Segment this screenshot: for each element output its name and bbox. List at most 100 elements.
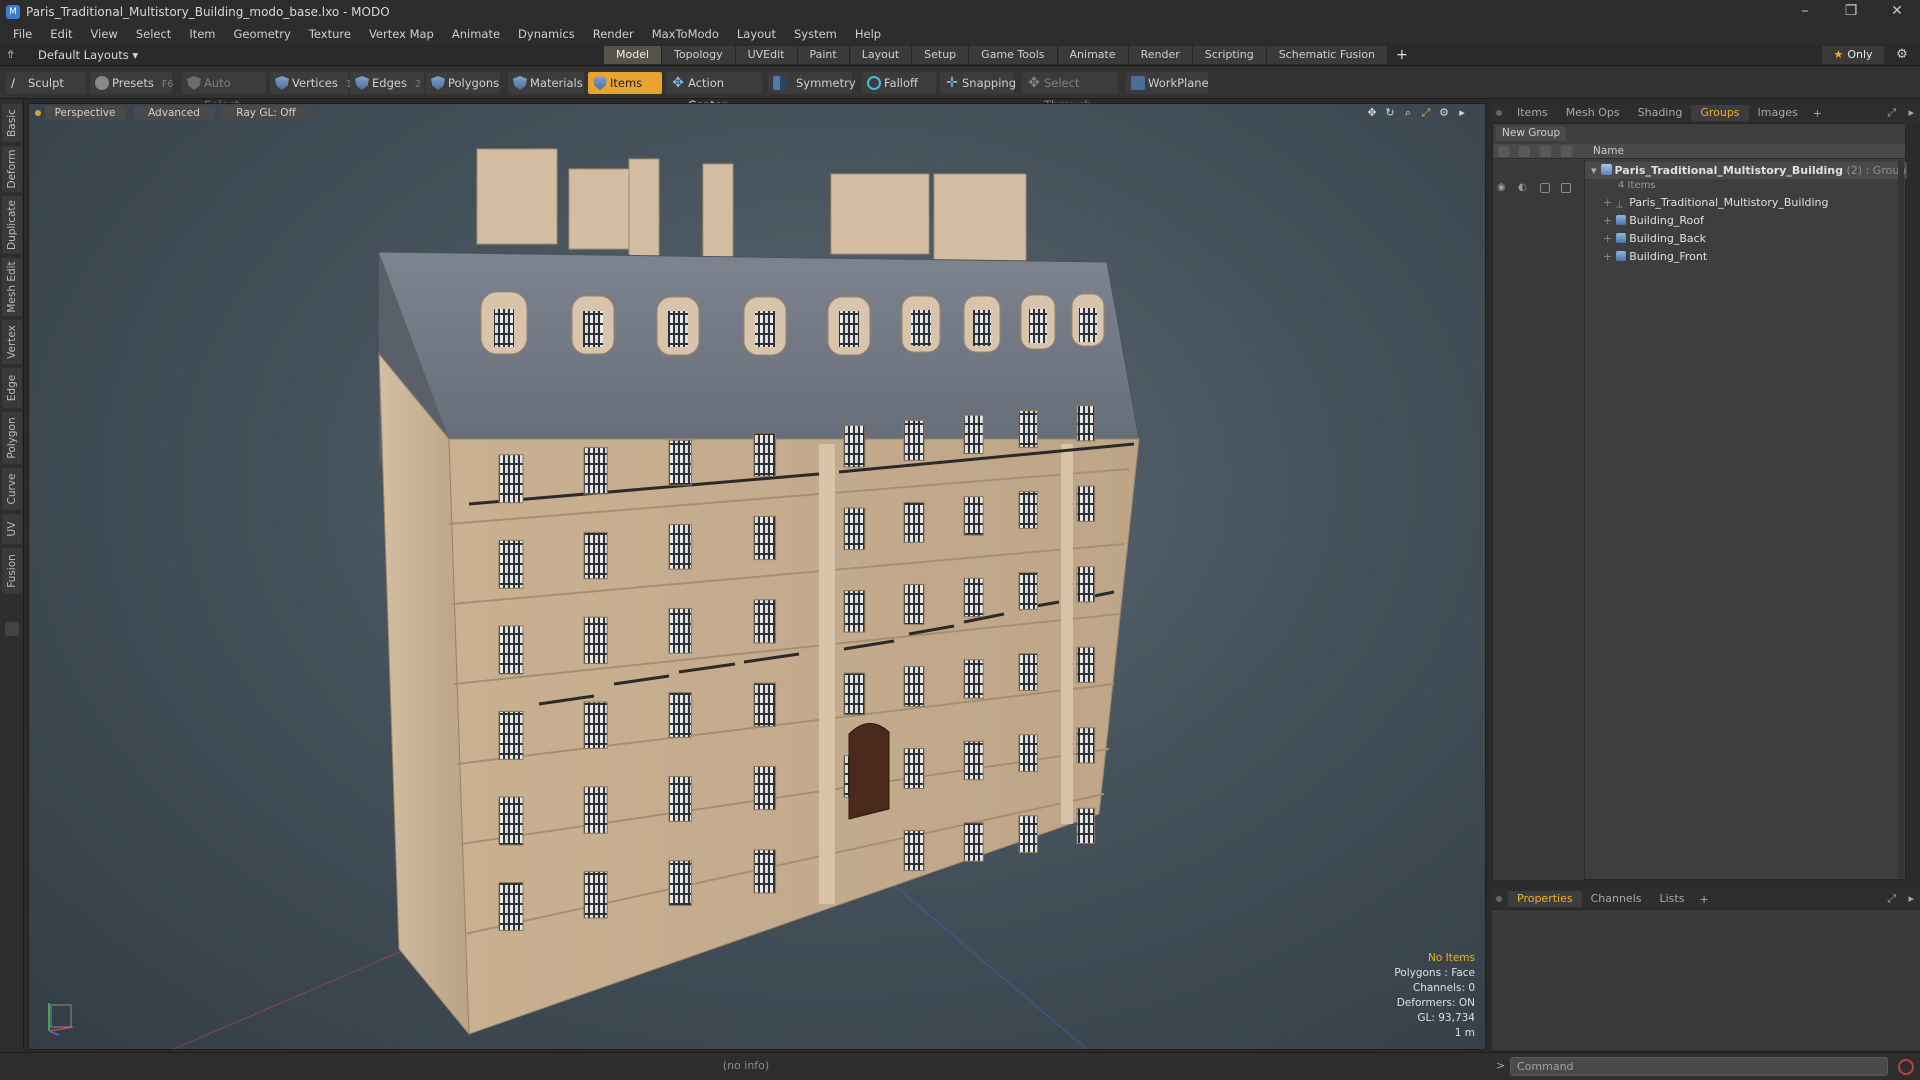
properties-expand-icon[interactable]: ⤢ <box>1887 892 1896 906</box>
vtab-basic[interactable]: Basic <box>2 104 22 142</box>
3d-viewport[interactable]: Perspective Advanced Ray GL: Off ✥ ↻ ⌕ ⤢… <box>28 103 1486 1050</box>
menu-maxtomodo[interactable]: MaxToModo <box>643 24 728 44</box>
symmetry-button[interactable]: Symmetry <box>768 72 856 94</box>
properties-menu-icon[interactable]: ▸ <box>1908 892 1914 905</box>
groups-scrollbar[interactable] <box>1898 160 1904 878</box>
close-button[interactable]: ✕ <box>1874 0 1920 24</box>
expand-toggle-icon[interactable]: ▾ <box>1591 164 1597 177</box>
lock-toggle[interactable] <box>1540 183 1550 193</box>
lock-column-icon[interactable] <box>1540 146 1551 157</box>
zoom-icon[interactable]: ⌕ <box>1399 106 1417 120</box>
panel-options-dot[interactable] <box>1496 110 1502 116</box>
add-tab-button[interactable]: + <box>1388 46 1416 64</box>
add-properties-tab-button[interactable]: + <box>1693 893 1714 906</box>
select-through-button[interactable]: ✥Select Through <box>1022 72 1118 112</box>
menu-item[interactable]: Item <box>180 24 224 44</box>
tab-groups[interactable]: Groups <box>1691 105 1749 121</box>
tab-shading[interactable]: Shading <box>1629 105 1692 121</box>
tab-animate[interactable]: Animate <box>1057 46 1129 64</box>
render-icon[interactable]: ◐ <box>1518 182 1527 193</box>
menu-vertex-map[interactable]: Vertex Map <box>360 24 443 44</box>
vtab-uv[interactable]: UV <box>2 514 22 544</box>
viewport-options-dot[interactable] <box>35 110 41 116</box>
shading-mode-button[interactable]: Advanced <box>133 106 215 120</box>
vtab-deform[interactable]: Deform <box>2 146 22 192</box>
menu-select[interactable]: Select <box>127 24 180 44</box>
pan-icon[interactable]: ✥ <box>1363 106 1381 120</box>
minimize-button[interactable]: – <box>1782 0 1828 24</box>
menu-geometry[interactable]: Geometry <box>225 24 300 44</box>
viewport-settings-icon[interactable]: ⚙ <box>1435 106 1453 120</box>
tab-mesh-ops[interactable]: Mesh Ops <box>1557 105 1629 121</box>
tab-uvedit[interactable]: UVEdit <box>735 46 798 64</box>
record-macro-icon[interactable] <box>1898 1059 1914 1075</box>
presets-button[interactable]: Presets F6 <box>90 72 173 94</box>
add-panel-tab-button[interactable]: + <box>1807 107 1828 120</box>
tree-item-front[interactable]: + Building_Front <box>1603 248 1707 265</box>
workplane-button[interactable]: WorkPlane <box>1126 72 1209 94</box>
menu-help[interactable]: Help <box>846 24 890 44</box>
layout-toggle-icon[interactable]: ⇮ <box>6 48 20 62</box>
viewport-expand-icon[interactable]: ▸ <box>1453 106 1471 120</box>
command-input[interactable] <box>1510 1057 1888 1076</box>
new-group-button[interactable]: New Group <box>1496 126 1567 141</box>
falloff-button[interactable]: Falloff <box>862 72 936 94</box>
edges-button[interactable]: Edges 2 <box>350 72 424 94</box>
tab-channels[interactable]: Channels <box>1582 891 1651 907</box>
menu-layout[interactable]: Layout <box>728 24 785 44</box>
tab-topology[interactable]: Topology <box>662 46 736 64</box>
tree-item-mesh[interactable]: + ⟂ Paris_Traditional_Multistory_Building <box>1603 194 1829 211</box>
materials-button[interactable]: Materials <box>508 72 584 94</box>
tab-game-tools[interactable]: Game Tools <box>969 46 1058 64</box>
properties-options-dot[interactable] <box>1496 896 1502 902</box>
only-toggle[interactable]: ★ Only <box>1822 46 1884 64</box>
vtab-curve[interactable]: Curve <box>2 468 22 510</box>
tab-layout[interactable]: Layout <box>849 46 913 64</box>
name-column-header[interactable]: Name <box>1593 144 1624 159</box>
action-center-button[interactable]: ✥Action Center <box>666 72 762 112</box>
vtab-polygon[interactable]: Polygon <box>2 412 22 464</box>
raygl-button[interactable]: Ray GL: Off <box>221 106 311 120</box>
tree-item-roof[interactable]: + Building_Roof <box>1603 212 1704 229</box>
snapping-button[interactable]: ✛ Snapping <box>940 72 1016 94</box>
menu-texture[interactable]: Texture <box>300 24 360 44</box>
tab-items[interactable]: Items <box>1508 105 1557 121</box>
render-column-icon[interactable] <box>1519 146 1530 157</box>
vtab-edge[interactable]: Edge <box>2 368 22 408</box>
collapse-toolbox-button[interactable] <box>5 622 19 636</box>
view-mode-button[interactable]: Perspective <box>45 106 125 120</box>
tab-lists[interactable]: Lists <box>1651 891 1694 907</box>
tab-setup[interactable]: Setup <box>912 46 970 64</box>
tab-images[interactable]: Images <box>1749 105 1807 121</box>
vtab-duplicate[interactable]: Duplicate <box>2 196 22 254</box>
tree-item-back[interactable]: + Building_Back <box>1603 230 1706 247</box>
menu-edit[interactable]: Edit <box>41 24 81 44</box>
tab-scripting[interactable]: Scripting <box>1192 46 1267 64</box>
menu-file[interactable]: File <box>4 24 41 44</box>
menu-view[interactable]: View <box>82 24 127 44</box>
menu-render[interactable]: Render <box>584 24 643 44</box>
polygons-button[interactable]: Polygons <box>426 72 500 94</box>
menu-dynamics[interactable]: Dynamics <box>509 24 584 44</box>
tab-properties[interactable]: Properties <box>1508 891 1582 907</box>
rotate-icon[interactable]: ↻ <box>1381 106 1399 120</box>
tab-render[interactable]: Render <box>1128 46 1193 64</box>
visibility-column-icon[interactable] <box>1498 146 1509 157</box>
vtab-mesh-edit[interactable]: Mesh Edit <box>2 258 22 316</box>
layout-selector[interactable]: Default Layouts ▾ <box>28 47 148 63</box>
select-column-icon[interactable] <box>1561 146 1572 157</box>
select-toggle[interactable] <box>1561 183 1571 193</box>
tab-paint[interactable]: Paint <box>797 46 850 64</box>
fit-view-icon[interactable]: ⤢ <box>1417 106 1435 120</box>
sculpt-button[interactable]: ∕ Sculpt <box>6 72 86 94</box>
auto-select-button[interactable]: Auto Select <box>182 72 266 112</box>
maximize-button[interactable]: ❐ <box>1828 0 1874 24</box>
tab-model[interactable]: Model <box>604 46 663 64</box>
panel-expand-icon[interactable]: ⤢ <box>1887 106 1896 120</box>
vertices-button[interactable]: Vertices 1 <box>270 72 352 94</box>
vtab-fusion[interactable]: Fusion <box>2 548 22 594</box>
eye-icon[interactable]: ◉ <box>1497 182 1506 193</box>
tab-schematic-fusion[interactable]: Schematic Fusion <box>1266 46 1389 64</box>
gear-icon[interactable]: ⚙ <box>1894 47 1910 63</box>
menu-animate[interactable]: Animate <box>443 24 509 44</box>
